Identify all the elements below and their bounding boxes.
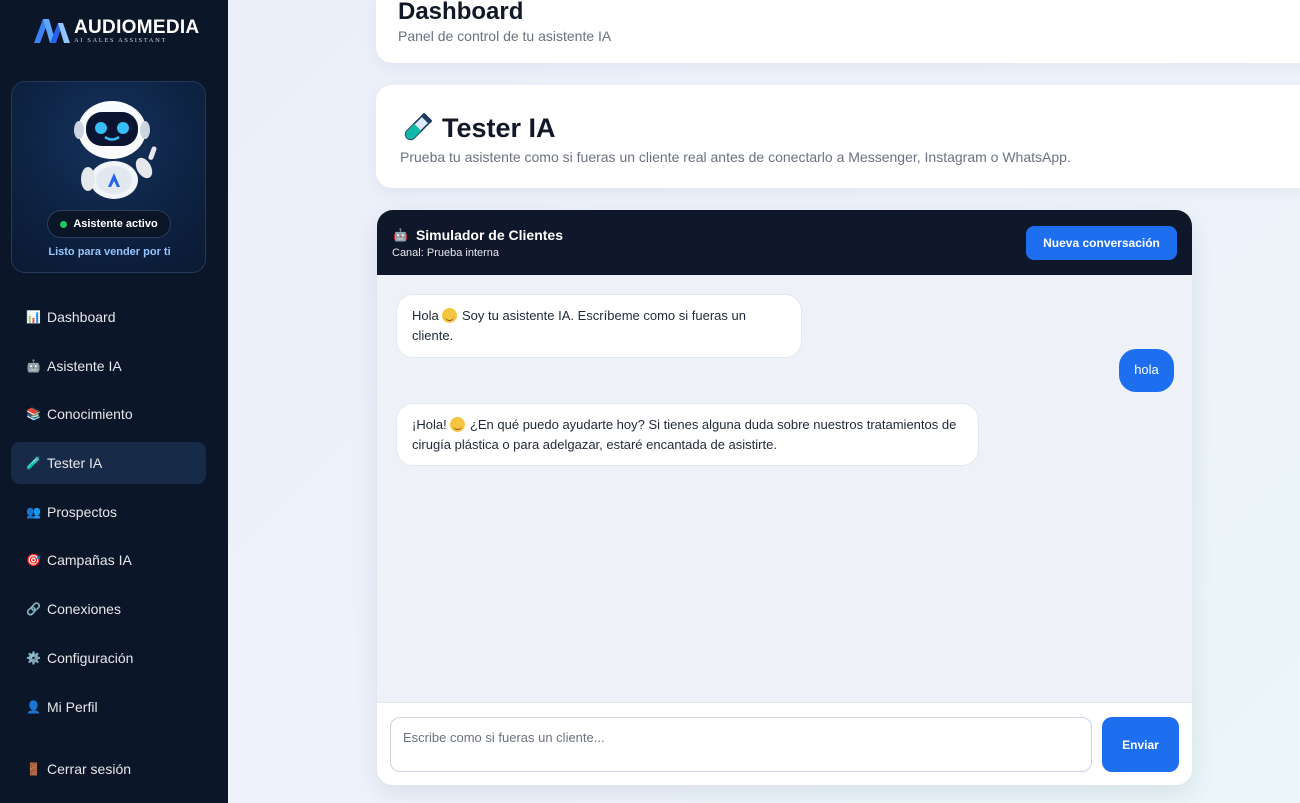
- sidebar: AUDIOMEDIA AI SALES ASSISTANT Asistente …: [0, 0, 228, 803]
- sidebar-item-conocimiento[interactable]: 📚 Conocimiento: [11, 393, 206, 435]
- simulator-title: Simulador de Clientes: [415, 227, 563, 243]
- chat-message-user: hola: [1119, 349, 1174, 392]
- sidebar-item-label: Conexiones: [47, 601, 121, 618]
- assistant-caption: Listo para vender por ti: [48, 246, 171, 258]
- brand-name: AUDIOMEDIA: [74, 16, 200, 38]
- user-icon: 👤: [26, 699, 41, 714]
- sidebar-item-label: Campañas IA: [47, 552, 132, 569]
- tester-intro-card: Tester IA Prueba tu asistente como si fu…: [376, 85, 1300, 188]
- smiley-emoji-icon: [442, 308, 458, 323]
- logout-label: Cerrar sesión: [47, 761, 132, 777]
- robot-icon: 🤖: [393, 228, 408, 242]
- chat-message-bot: ¡Hola! ¿En qué puedo ayudarte hoy? Si ti…: [396, 403, 979, 466]
- books-icon: 📚: [26, 407, 41, 422]
- sidebar-item-asistente-ia[interactable]: 🤖 Asistente IA: [11, 345, 206, 387]
- sidebar-item-tester-ia[interactable]: 🧪 Tester IA: [11, 442, 206, 485]
- assistant-status-text: Asistente activo: [73, 218, 158, 230]
- audiomedia-logo-icon: [34, 19, 70, 43]
- tester-description: Prueba tu asistente como si fueras un cl…: [400, 149, 1071, 165]
- message-text: Hola: [412, 308, 439, 323]
- sidebar-item-campanas-ia[interactable]: 🎯 Campañas IA: [11, 539, 206, 581]
- chat-message-bot: Hola Soy tu asistente IA. Escríbeme como…: [396, 294, 802, 358]
- chat-messages[interactable]: Hola Soy tu asistente IA. Escríbeme como…: [377, 275, 1192, 702]
- chat-composer: Enviar: [377, 702, 1192, 785]
- sidebar-item-mi-perfil[interactable]: 👤 Mi Perfil: [11, 686, 206, 728]
- client-simulator: 🤖 Simulador de Clientes Canal: Prueba in…: [377, 210, 1192, 785]
- test-tube-icon: [404, 113, 432, 141]
- send-button[interactable]: Enviar: [1102, 717, 1179, 772]
- page-title: Dashboard: [398, 0, 524, 25]
- status-dot-icon: [60, 220, 68, 228]
- assistant-status-card: Asistente activo Listo para vender por t…: [11, 81, 206, 273]
- sidebar-item-label: Conocimiento: [47, 406, 133, 423]
- sidebar-item-label: Tester IA: [47, 455, 103, 472]
- sidebar-item-dashboard[interactable]: 📊 Dashboard: [11, 296, 206, 338]
- sidebar-item-label: Configuración: [47, 649, 134, 666]
- simulator-header: 🤖 Simulador de Clientes Canal: Prueba in…: [377, 210, 1192, 275]
- tester-title: Tester IA: [442, 112, 556, 143]
- message-text: Soy tu asistente IA. Escríbeme como si f…: [412, 308, 746, 343]
- sidebar-item-configuracion[interactable]: ⚙️ Configuración: [11, 637, 206, 679]
- brand-tagline: AI SALES ASSISTANT: [74, 36, 167, 44]
- message-text: hola: [1134, 362, 1159, 377]
- sidebar-item-prospectos[interactable]: 👥 Prospectos: [11, 491, 206, 533]
- message-text: ¡Hola!: [412, 417, 447, 432]
- simulator-channel: Canal: Prueba interna: [392, 247, 500, 259]
- link-icon: 🔗: [26, 602, 41, 617]
- robot-mascot-icon: [74, 101, 157, 199]
- people-icon: 👥: [26, 504, 41, 519]
- door-icon: 🚪: [26, 762, 41, 776]
- logout-button[interactable]: 🚪 Cerrar sesión: [11, 748, 206, 790]
- brand-logo[interactable]: AUDIOMEDIA AI SALES ASSISTANT: [32, 16, 199, 46]
- robot-icon: 🤖: [26, 358, 41, 373]
- sidebar-item-conexiones[interactable]: 🔗 Conexiones: [11, 588, 206, 630]
- bar-chart-icon: 📊: [26, 310, 41, 324]
- message-input[interactable]: [390, 717, 1092, 772]
- message-text: ¿En qué puedo ayudarte hoy? Si tienes al…: [412, 417, 957, 452]
- page-subtitle: Panel de control de tu asistente IA: [398, 28, 612, 44]
- sidebar-item-label: Prospectos: [47, 503, 118, 520]
- new-conversation-button[interactable]: Nueva conversación: [1026, 226, 1177, 260]
- assistant-status-badge: Asistente activo: [47, 210, 171, 238]
- test-tube-icon: 🧪: [26, 456, 41, 471]
- target-icon: 🎯: [26, 553, 41, 568]
- gear-icon: ⚙️: [26, 650, 41, 665]
- page-header: Dashboard Panel de control de tu asisten…: [376, 0, 1300, 63]
- smiley-emoji-icon: [450, 417, 466, 432]
- sidebar-nav: 📊 Dashboard 🤖 Asistente IA 📚 Conocimient…: [11, 296, 206, 734]
- sidebar-item-label: Dashboard: [47, 309, 116, 325]
- sidebar-item-label: Mi Perfil: [47, 698, 98, 715]
- sidebar-item-label: Asistente IA: [47, 357, 122, 374]
